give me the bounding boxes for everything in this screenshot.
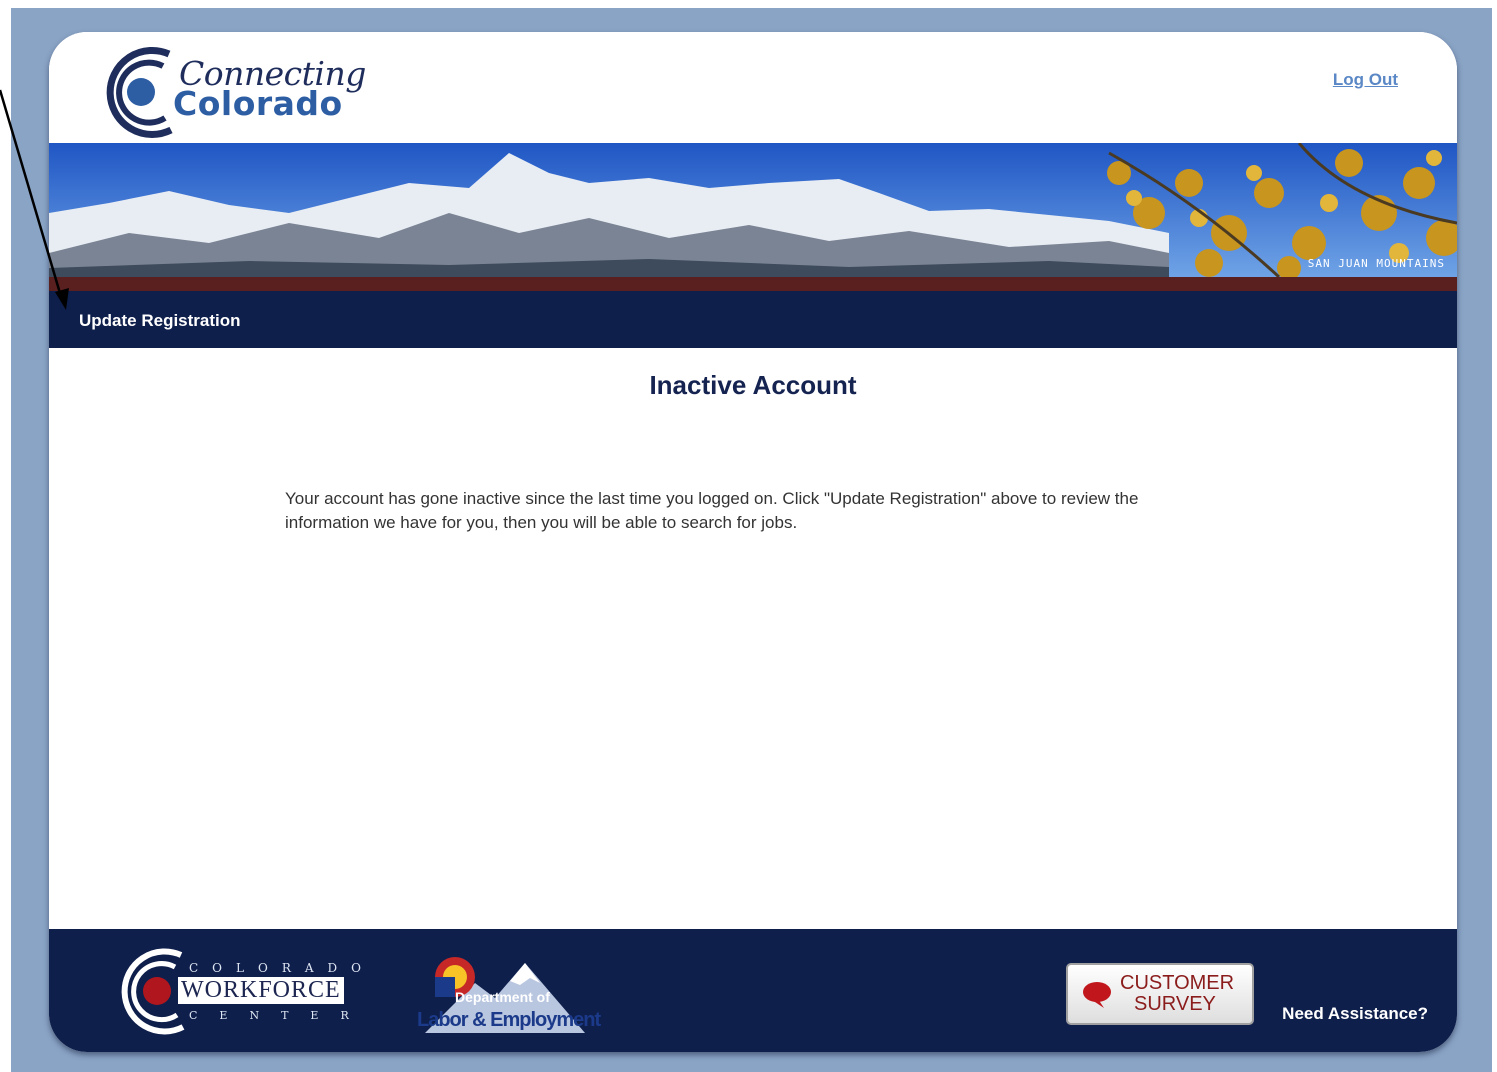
mountain-banner-image xyxy=(49,143,1457,277)
cwc-middle-text: WORKFORCE xyxy=(178,977,344,1004)
cwc-top-text: COLORADO xyxy=(189,961,375,975)
header: Connecting Colorado Log Out xyxy=(49,32,1457,143)
page-card: Connecting Colorado Log Out SAN JUAN MOU… xyxy=(49,32,1457,1052)
banner-caption: SAN JUAN MOUNTAINS xyxy=(1307,257,1445,270)
inactive-message: Your account has gone inactive since the… xyxy=(285,489,1139,532)
survey-label-1: CUSTOMER xyxy=(1120,972,1235,994)
cwc-bottom-text: CENTER xyxy=(189,1009,371,1022)
nav-bar: Update Registration xyxy=(49,291,1457,348)
need-assistance-link[interactable]: Need Assistance? xyxy=(1282,1004,1428,1024)
footer: COLORADO WORKFORCE CENTER Department of … xyxy=(49,929,1457,1052)
main-content: Inactive Account Your account has gone i… xyxy=(49,348,1457,928)
logout-link[interactable]: Log Out xyxy=(1333,70,1398,90)
speech-bubble-icon xyxy=(1083,982,1111,1008)
mountain-banner: SAN JUAN MOUNTAINS xyxy=(49,143,1457,277)
divider-bar xyxy=(49,277,1457,291)
survey-label-2: SURVEY xyxy=(1134,993,1216,1015)
logo-text-colorado: Colorado xyxy=(173,84,343,123)
page-title: Inactive Account xyxy=(649,370,857,400)
labor-dept-text: Department of xyxy=(455,989,550,1005)
labor-employment-text: Labor & Employment xyxy=(417,1009,601,1031)
customer-survey-button[interactable]: CUSTOMER SURVEY xyxy=(1066,963,1254,1025)
update-registration-link[interactable]: Update Registration xyxy=(79,311,241,331)
